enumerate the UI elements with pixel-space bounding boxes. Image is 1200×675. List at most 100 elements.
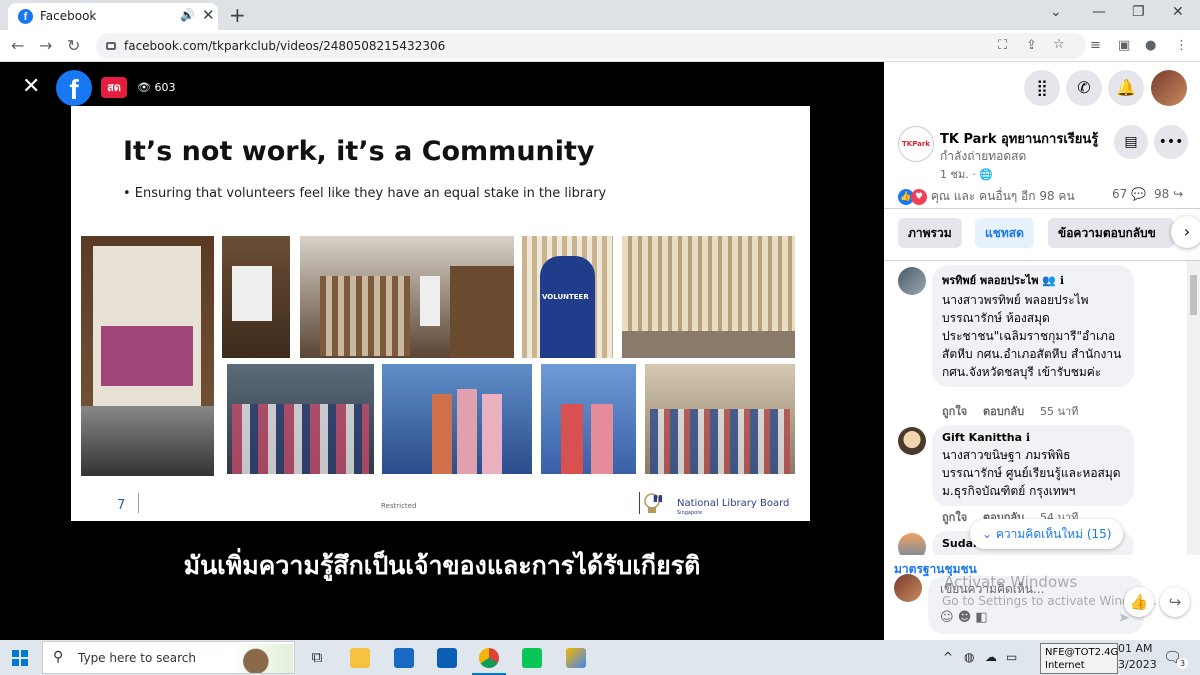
side-panel-icon[interactable]: ▣: [1118, 38, 1130, 53]
new-comments-label: ความคิดเห็นใหม่ (15): [995, 527, 1112, 541]
chrome-icon[interactable]: [479, 648, 499, 668]
browser-tab-strip: f Facebook 🔊 ✕ + ⌄ — ❐ ✕: [0, 0, 1200, 30]
facebook-logo-icon[interactable]: f: [56, 70, 92, 106]
presentation-slide: It’s not work, it’s a Community • Ensuri…: [71, 106, 810, 521]
search-highlight-image: [231, 644, 293, 673]
comment-actions: ถูกใจ ตอบกลับ 55 นาที: [942, 402, 1090, 420]
slide-org-country: Singapore: [677, 510, 703, 516]
commenter-avatar[interactable]: [898, 533, 926, 555]
restore-button[interactable]: ❐: [1132, 4, 1145, 20]
account-avatar[interactable]: [1151, 70, 1187, 106]
photo-library-poster: [81, 236, 214, 476]
chevron-right-icon[interactable]: ›: [1171, 216, 1200, 248]
close-tab-icon[interactable]: ✕: [202, 6, 215, 24]
commenter-avatar[interactable]: [898, 267, 926, 295]
sticker-icon[interactable]: ◧: [975, 610, 987, 625]
clock-date[interactable]: 3/2023: [1118, 658, 1157, 671]
translate-icon[interactable]: ⛶: [998, 38, 1007, 53]
line-app-icon[interactable]: [522, 648, 542, 668]
emoji-icon[interactable]: ☻: [958, 610, 972, 625]
messenger-icon[interactable]: ✆: [1066, 70, 1102, 106]
tray-device-icon[interactable]: ◍: [964, 650, 974, 664]
speaker-icon[interactable]: 🔊: [180, 8, 195, 22]
comment-text: นางสาวขนิษฐา ภมรพิพิธ บรรณารักษ์ ศูนย์เร…: [942, 448, 1121, 498]
browser-menu-icon[interactable]: ⋮: [1175, 38, 1188, 53]
forward-button[interactable]: →: [39, 36, 52, 55]
photo-costume-children: [541, 364, 636, 474]
comment-count[interactable]: 67 💬: [1112, 187, 1146, 201]
search-icon: ⚲: [53, 649, 64, 665]
photo-library-shelves: [300, 236, 514, 358]
comment-text: นางสาวพรทิพย์ พลอยประไพ บรรณารักษ์ ห้องส…: [942, 293, 1122, 379]
composer-tools: ☺ ☻ ◧: [940, 610, 988, 625]
close-video-icon[interactable]: ✕: [22, 74, 40, 99]
notifications-bell-icon[interactable]: 🔔: [1108, 70, 1144, 106]
battery-icon[interactable]: ▭: [1006, 650, 1017, 664]
notification-count: 3: [1177, 658, 1188, 669]
comment-bubble-icon: 💬: [1131, 187, 1147, 201]
taskbar-search-box[interactable]: ⚲ Type here to search: [42, 641, 295, 674]
photo-group-volunteers: [227, 364, 374, 474]
activate-windows-title: Activate Windows: [944, 573, 1078, 591]
video-player[interactable]: ✕ f สด 👁 603 It’s not work, it’s a Commu…: [0, 62, 884, 640]
tab-overview[interactable]: ภาพรวม: [898, 218, 962, 248]
commenter-name[interactable]: Gift Kanittha ℹ: [942, 431, 1124, 444]
thumbs-up-icon[interactable]: 👍: [1124, 587, 1154, 617]
network-tooltip: NFE@TOT2.4G Internet access: [1040, 643, 1118, 675]
scrollbar-thumb[interactable]: [1190, 275, 1197, 315]
commenter-name[interactable]: พรทิพย์ พลอยประไพ 👥 ℹ: [942, 271, 1124, 289]
file-explorer-icon[interactable]: [350, 648, 370, 668]
tray-chevron-icon[interactable]: ^: [943, 650, 953, 664]
tab-replies[interactable]: ข้อความตอบกลับข: [1048, 218, 1174, 248]
tab-title: Facebook: [40, 9, 97, 23]
bookmark-star-icon[interactable]: ☆: [1053, 37, 1065, 52]
tray-cloud-icon[interactable]: ☁: [985, 650, 997, 664]
new-comments-button[interactable]: ⌄ ความคิดเห็นใหม่ (15): [970, 519, 1124, 549]
video-side-panel: ⣿ ✆ 🔔 TKPark TK Park อุทยานการเรียนรู้ ก…: [884, 62, 1200, 640]
tab-search-chevron-icon[interactable]: ⌄: [1050, 4, 1062, 20]
comment-like-link[interactable]: ถูกใจ: [942, 405, 967, 418]
menu-grid-icon[interactable]: ⣿: [1024, 70, 1060, 106]
back-button[interactable]: ←: [11, 36, 24, 55]
comment-reply-link[interactable]: ตอบกลับ: [983, 405, 1024, 418]
omnibox[interactable]: facebook.com/tkparkclub/videos/248050821…: [96, 33, 1086, 59]
comment-time[interactable]: 55 นาที: [1040, 405, 1078, 418]
new-tab-button[interactable]: +: [229, 3, 246, 27]
reload-button[interactable]: ↻: [67, 36, 80, 55]
page-logo[interactable]: TKPark: [898, 126, 934, 162]
commenter-avatar[interactable]: [898, 427, 926, 455]
divider: [884, 208, 1200, 209]
more-options-icon[interactable]: •••: [1154, 125, 1188, 159]
comment-scrollbar[interactable]: [1187, 261, 1200, 555]
clock-time[interactable]: 01 AM: [1118, 642, 1153, 655]
mail-icon[interactable]: [394, 648, 414, 668]
browser-tab[interactable]: f Facebook 🔊 ✕: [8, 3, 218, 30]
photos-app-icon[interactable]: [566, 648, 586, 668]
love-reaction-icon: ♥: [911, 188, 927, 205]
avatar-sticker-icon[interactable]: ☺: [940, 610, 954, 625]
profile-icon[interactable]: ●: [1145, 38, 1156, 53]
page-name[interactable]: TK Park อุทยานการเรียนรู้: [940, 128, 1098, 149]
store-icon[interactable]: [437, 648, 457, 668]
share-count[interactable]: 98 ↪: [1154, 187, 1183, 201]
lock-icon[interactable]: [106, 42, 116, 50]
share-page-icon[interactable]: ⇪: [1026, 38, 1037, 53]
reactions-summary[interactable]: 👍 ♥ คุณ และ คนอื่นๆ อีก 98 คน: [898, 187, 1075, 206]
post-time[interactable]: 1 ชม. · 🌐: [940, 165, 993, 183]
eye-icon: 👁: [137, 81, 155, 94]
url-text[interactable]: facebook.com/tkparkclub/videos/248050821…: [124, 39, 445, 53]
share-icon[interactable]: ↪: [1160, 587, 1190, 617]
task-view-icon[interactable]: ⧉: [307, 648, 327, 668]
tab-live-chat[interactable]: แชทสด: [975, 218, 1034, 248]
taskbar-search-placeholder[interactable]: Type here to search: [78, 651, 196, 665]
live-status: กำลังถ่ายทอดสด: [940, 149, 1027, 163]
photo-group-event: [645, 364, 795, 474]
composer-avatar[interactable]: [894, 574, 922, 602]
comment-like-link[interactable]: ถูกใจ: [942, 511, 967, 524]
media-control-icon[interactable]: ≡: [1090, 38, 1101, 53]
windows-start-icon[interactable]: [12, 650, 28, 666]
minimize-button[interactable]: —: [1092, 4, 1106, 20]
close-window-button[interactable]: ✕: [1172, 4, 1184, 20]
save-video-icon[interactable]: ▤: [1114, 125, 1148, 159]
share-count-value: 98: [1154, 187, 1170, 201]
